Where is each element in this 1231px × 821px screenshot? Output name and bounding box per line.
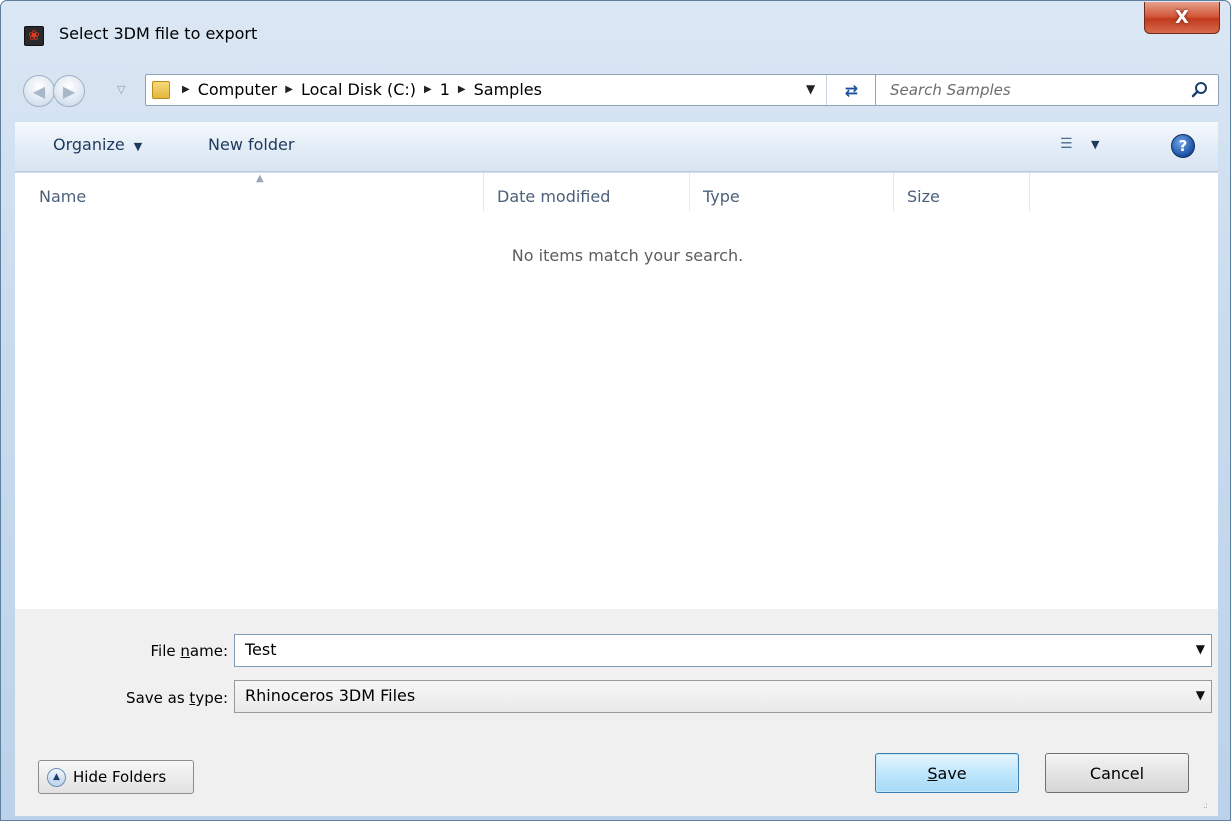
save-button[interactable]: Save: [875, 753, 1019, 793]
change-view-button[interactable]: ☰ ▼: [1060, 136, 1099, 152]
refresh-icon: ⇄: [844, 80, 859, 100]
command-toolbar: Organize ▼ New folder ☰ ▼ ?: [15, 122, 1218, 172]
empty-list-message: No items match your search.: [511, 246, 744, 265]
chevron-right-icon[interactable]: ▶: [424, 84, 432, 95]
column-divider[interactable]: [893, 173, 894, 211]
save-dialog-window: ❀ Select 3DM file to export X ◀ ▶ ▽ ▶ Co…: [0, 0, 1231, 821]
column-header-date-modified[interactable]: Date modified: [497, 187, 610, 206]
file-name-label: File name:: [35, 642, 228, 660]
column-header-size[interactable]: Size: [907, 187, 940, 206]
cancel-button[interactable]: Cancel: [1045, 753, 1189, 793]
save-as-type-select[interactable]: Rhinoceros 3DM Files ▼: [234, 680, 1212, 713]
organize-label: Organize: [53, 135, 125, 154]
organize-menu-button[interactable]: Organize ▼: [53, 135, 142, 154]
resize-grip-icon[interactable]: .:: [1203, 801, 1215, 813]
breadcrumb-folder-1[interactable]: 1: [440, 80, 450, 99]
save-type-label-text: Save as: [126, 689, 190, 707]
forward-button[interactable]: ▶: [53, 75, 85, 107]
collapse-up-icon: ▲: [47, 767, 66, 787]
file-name-label-text: File: [150, 642, 181, 660]
hide-folders-button[interactable]: ▲ Hide Folders: [38, 760, 194, 794]
save-as-type-label: Save as type:: [35, 689, 228, 707]
hide-folders-label: Hide Folders: [73, 768, 167, 786]
column-header-type[interactable]: Type: [703, 187, 740, 206]
file-list[interactable]: ▲ Name Date modified Type Size No items …: [15, 173, 1218, 609]
arrow-right-icon: ▶: [62, 81, 76, 101]
chevron-down-icon[interactable]: ▼: [1196, 642, 1205, 656]
column-divider[interactable]: [483, 173, 484, 211]
file-name-label-accesskey: n: [180, 642, 190, 660]
back-button[interactable]: ◀: [23, 75, 55, 107]
new-folder-button[interactable]: New folder: [208, 135, 294, 154]
column-divider[interactable]: [689, 173, 690, 211]
save-label: ave: [937, 763, 967, 783]
file-name-field[interactable]: Test ▼: [234, 634, 1212, 667]
address-history-dropdown[interactable]: ▼: [806, 82, 815, 96]
breadcrumb-samples[interactable]: Samples: [474, 80, 542, 99]
navigation-bar: ◀ ▶ ▽ ▶ Computer ▶ Local Disk (C:) ▶ 1 ▶…: [23, 72, 1219, 108]
breadcrumb: ▶ Computer ▶ Local Disk (C:) ▶ 1 ▶ Sampl…: [182, 80, 542, 99]
details-view-icon: ☰: [1060, 136, 1073, 152]
file-name-label-text-end: ame:: [189, 642, 228, 660]
column-divider[interactable]: [1029, 173, 1030, 211]
arrow-left-icon: ◀: [32, 81, 46, 101]
search-icon[interactable]: [1190, 80, 1210, 100]
save-options-pane: File name: Test ▼ Save as type: Rhinocer…: [15, 609, 1218, 816]
chevron-down-icon: ▼: [133, 140, 143, 153]
chevron-right-icon[interactable]: ▶: [458, 84, 466, 95]
help-button[interactable]: ?: [1171, 134, 1195, 158]
sort-ascending-icon: ▲: [256, 173, 264, 184]
file-name-value[interactable]: Test: [245, 640, 277, 659]
save-accesskey: S: [927, 763, 938, 783]
save-type-label-text-end: ype:: [195, 689, 228, 707]
close-button[interactable]: X: [1144, 2, 1220, 34]
chevron-right-icon[interactable]: ▶: [285, 84, 293, 95]
recent-locations-dropdown[interactable]: ▽: [117, 83, 125, 96]
folder-icon: [152, 81, 170, 99]
search-input[interactable]: [877, 76, 1177, 104]
search-box[interactable]: [875, 74, 1219, 106]
chevron-down-icon: ▼: [1091, 138, 1100, 151]
breadcrumb-computer[interactable]: Computer: [198, 80, 278, 99]
rhino-app-icon: ❀: [24, 26, 44, 46]
window-title: Select 3DM file to export: [59, 24, 258, 43]
chevron-right-icon[interactable]: ▶: [182, 84, 190, 95]
refresh-button[interactable]: ⇄: [826, 75, 876, 105]
title-bar[interactable]: ❀ Select 3DM file to export X: [1, 1, 1230, 65]
column-header-name[interactable]: Name: [39, 187, 86, 206]
save-as-type-value: Rhinoceros 3DM Files: [245, 686, 416, 705]
chevron-down-icon[interactable]: ▼: [1196, 688, 1205, 702]
breadcrumb-local-disk[interactable]: Local Disk (C:): [301, 80, 416, 99]
address-bar[interactable]: ▶ Computer ▶ Local Disk (C:) ▶ 1 ▶ Sampl…: [145, 74, 877, 106]
column-header-row: ▲ Name Date modified Type Size: [15, 173, 1218, 221]
